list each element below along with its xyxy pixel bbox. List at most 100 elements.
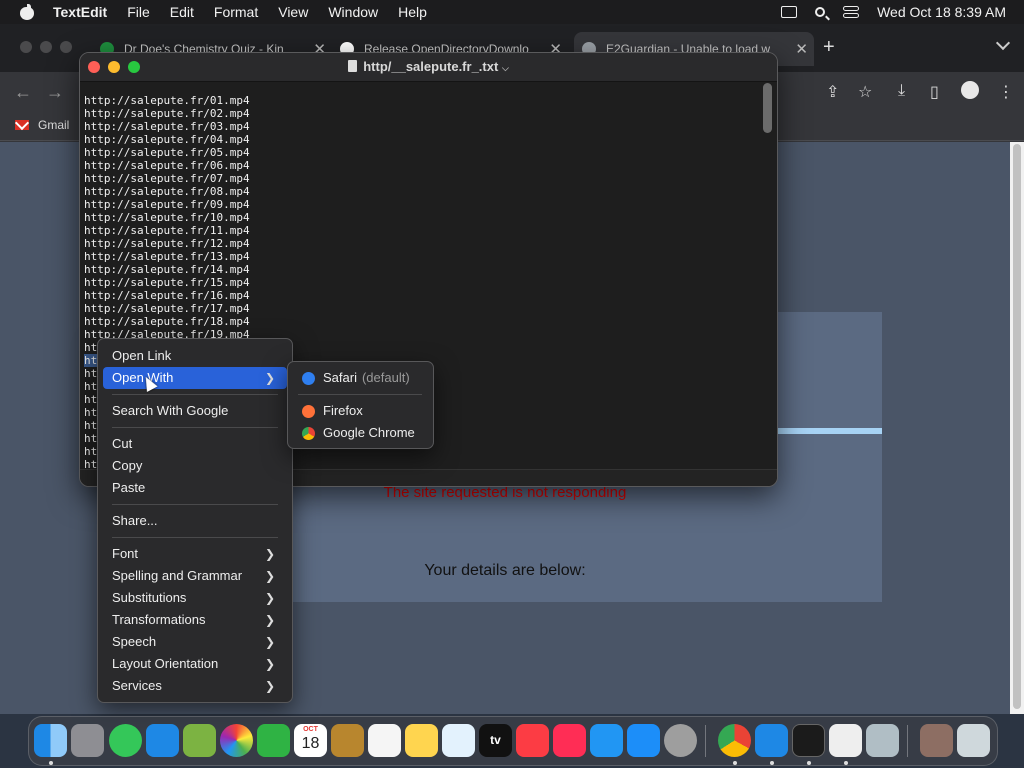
app-store-icon[interactable] xyxy=(627,724,660,757)
page-scrollbar-thumb[interactable] xyxy=(1013,144,1021,709)
messages-icon[interactable] xyxy=(109,724,142,757)
system-settings-icon[interactable] xyxy=(664,724,697,757)
menu-item-search-with-google[interactable]: Search With Google xyxy=(103,400,287,422)
menu-item-services[interactable]: Services ❯ xyxy=(103,675,287,697)
profile-avatar-icon[interactable] xyxy=(961,81,979,99)
document-title[interactable]: http/__salepute.fr_.txt ⌵ xyxy=(80,59,777,74)
menu-item-cut[interactable]: Cut xyxy=(103,433,287,455)
maps-icon[interactable] xyxy=(183,724,216,757)
text-line[interactable]: http://salepute.fr/06.mp4 xyxy=(84,159,754,172)
back-arrow-icon[interactable]: ← xyxy=(14,82,32,103)
menu-file[interactable]: File xyxy=(127,4,150,20)
menu-item-layout-orientation[interactable]: Layout Orientation ❯ xyxy=(103,653,287,675)
menu-item-share[interactable]: Share... xyxy=(103,510,287,532)
menu-item-open-link[interactable]: Open Link xyxy=(103,345,287,367)
text-line[interactable]: http://salepute.fr/07.mp4 xyxy=(84,172,754,185)
vscode-icon[interactable] xyxy=(755,724,788,757)
text-line[interactable]: http://salepute.fr/13.mp4 xyxy=(84,250,754,263)
menu-format[interactable]: Format xyxy=(214,4,258,20)
music-icon[interactable] xyxy=(516,724,549,757)
tab-close-icon[interactable]: ✕ xyxy=(795,40,808,58)
contacts-icon[interactable] xyxy=(331,724,364,757)
open-with-google-chrome[interactable]: Google Chrome xyxy=(293,422,428,444)
system-preferences-icon[interactable] xyxy=(866,724,899,757)
google-chrome-icon[interactable] xyxy=(718,724,751,757)
calendar-day: 18 xyxy=(301,735,320,752)
text-line[interactable]: http://salepute.fr/10.mp4 xyxy=(84,211,754,224)
menu-window[interactable]: Window xyxy=(328,4,378,20)
menu-separator xyxy=(112,427,278,428)
menu-help[interactable]: Help xyxy=(398,4,427,20)
context-menu: Open Link Open With ❯ Search With Google … xyxy=(97,338,293,703)
photos-icon[interactable] xyxy=(220,724,253,757)
menu-separator xyxy=(112,537,278,538)
tab-search-chevron-icon[interactable] xyxy=(995,35,1011,51)
text-line[interactable]: http://salepute.fr/17.mp4 xyxy=(84,302,754,315)
submenu-arrow-icon: ❯ xyxy=(264,635,275,649)
open-with-safari[interactable]: Safari (default) xyxy=(293,367,428,389)
open-with-firefox[interactable]: Firefox xyxy=(293,400,428,422)
menu-item-spelling-and-grammar[interactable]: Spelling and Grammar ❯ xyxy=(103,565,287,587)
bookmark-star-icon[interactable]: ☆ xyxy=(858,82,872,102)
window-zoom-inactive[interactable] xyxy=(60,41,72,53)
text-line[interactable]: http://salepute.fr/01.mp4 xyxy=(84,94,754,107)
news-icon[interactable] xyxy=(553,724,586,757)
apple-tv-icon[interactable]: tv xyxy=(479,724,512,757)
menu-item-open-with[interactable]: Open With ❯ xyxy=(103,367,287,389)
menu-item-font[interactable]: Font ❯ xyxy=(103,543,287,565)
window-minimize-inactive[interactable] xyxy=(40,41,52,53)
menu-edit[interactable]: Edit xyxy=(170,4,194,20)
menu-view[interactable]: View xyxy=(278,4,308,20)
running-indicator xyxy=(807,761,811,765)
textedit-icon[interactable] xyxy=(829,724,862,757)
apple-menu-icon[interactable] xyxy=(20,4,34,20)
text-line[interactable]: http://salepute.fr/05.mp4 xyxy=(84,146,754,159)
spotlight-search-icon[interactable] xyxy=(815,7,826,17)
facetime-icon[interactable] xyxy=(257,724,290,757)
text-line[interactable]: http://salepute.fr/02.mp4 xyxy=(84,107,754,120)
bookmark-gmail[interactable]: Gmail xyxy=(15,118,69,132)
menu-item-paste[interactable]: Paste xyxy=(103,477,287,499)
window-close-inactive[interactable] xyxy=(20,41,32,53)
text-scrollbar-thumb[interactable] xyxy=(763,83,772,133)
text-line[interactable]: http://salepute.fr/03.mp4 xyxy=(84,120,754,133)
text-line[interactable]: http://salepute.fr/09.mp4 xyxy=(84,198,754,211)
terminal-icon[interactable] xyxy=(792,724,825,757)
reminders-icon[interactable] xyxy=(368,724,401,757)
page-scrollbar[interactable] xyxy=(1010,142,1024,714)
freeform-icon[interactable] xyxy=(442,724,475,757)
menu-app-name[interactable]: TextEdit xyxy=(53,4,107,20)
side-panel-icon[interactable]: ▯ xyxy=(930,82,939,102)
menu-item-speech[interactable]: Speech ❯ xyxy=(103,631,287,653)
mail-icon[interactable] xyxy=(146,724,179,757)
menu-item-substitutions[interactable]: Substitutions ❯ xyxy=(103,587,287,609)
menu-clock[interactable]: Wed Oct 18 8:39 AM xyxy=(877,4,1006,20)
menu-item-transformations[interactable]: Transformations ❯ xyxy=(103,609,287,631)
text-line[interactable]: http://salepute.fr/18.mp4 xyxy=(84,315,754,328)
text-line[interactable]: http://salepute.fr/16.mp4 xyxy=(84,289,754,302)
keynote-icon[interactable] xyxy=(590,724,623,757)
text-line[interactable]: http://salepute.fr/08.mp4 xyxy=(84,185,754,198)
text-line[interactable]: http://salepute.fr/12.mp4 xyxy=(84,237,754,250)
menu-item-copy[interactable]: Copy xyxy=(103,455,287,477)
dock-separator xyxy=(705,725,706,757)
screen-mirroring-icon[interactable] xyxy=(781,6,798,18)
downloads-stack-icon[interactable] xyxy=(920,724,953,757)
text-line[interactable]: http://salepute.fr/15.mp4 xyxy=(84,276,754,289)
forward-arrow-icon[interactable]: → xyxy=(46,82,64,103)
more-menu-icon[interactable]: ⋮ xyxy=(998,82,1014,102)
running-indicator xyxy=(49,761,53,765)
notes-icon[interactable] xyxy=(405,724,438,757)
text-line[interactable]: http://salepute.fr/14.mp4 xyxy=(84,263,754,276)
selected-text: ht xyxy=(84,354,98,367)
new-tab-plus-icon[interactable]: + xyxy=(823,36,835,59)
share-icon[interactable]: ⇪ xyxy=(826,82,839,102)
launchpad-icon[interactable] xyxy=(71,724,104,757)
calendar-icon[interactable]: OCT 18 xyxy=(294,724,327,757)
control-center-icon[interactable] xyxy=(843,6,860,18)
trash-icon[interactable] xyxy=(957,724,990,757)
text-line[interactable]: http://salepute.fr/04.mp4 xyxy=(84,133,754,146)
download-icon[interactable]: ⤓ xyxy=(898,82,905,100)
text-line[interactable]: http://salepute.fr/11.mp4 xyxy=(84,224,754,237)
finder-icon[interactable] xyxy=(34,724,67,757)
